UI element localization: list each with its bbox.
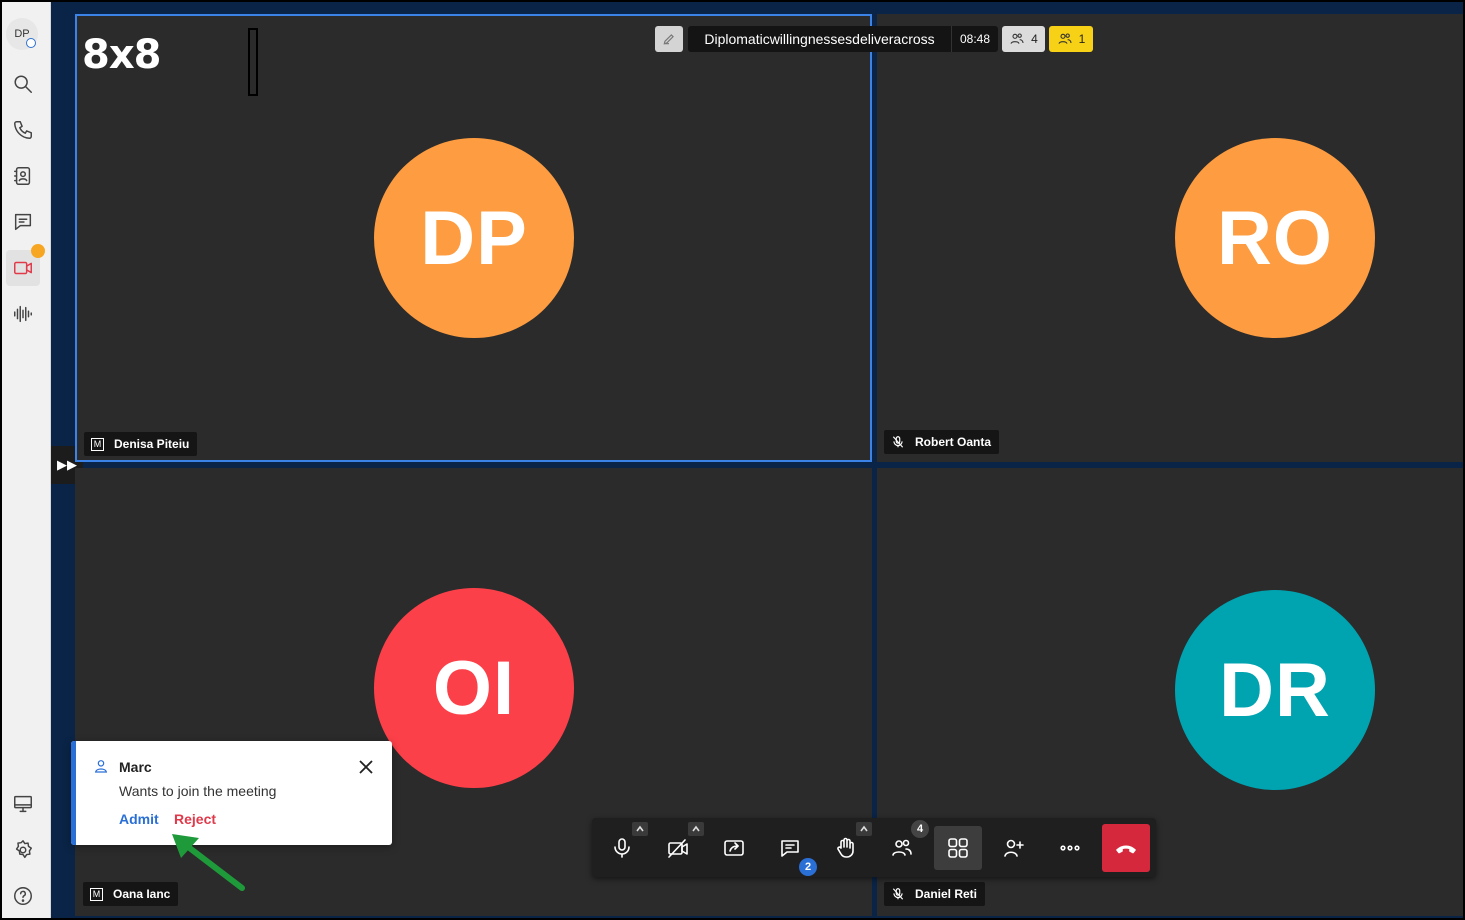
video-off-icon (668, 839, 688, 858)
more-options-button[interactable] (1046, 826, 1094, 870)
leave-meeting-button[interactable] (1102, 824, 1150, 872)
sidebar-voice[interactable] (6, 296, 40, 332)
notification-dot (31, 244, 45, 258)
add-user-icon (1004, 839, 1024, 857)
pencil-icon (663, 34, 674, 45)
reactions-options-button[interactable] (856, 822, 872, 836)
participant-avatar: DP (374, 138, 574, 338)
sidebar-help[interactable] (6, 878, 40, 914)
chevron-up-icon (636, 825, 644, 832)
voice-icon (14, 305, 32, 323)
sidebar: DP (2, 2, 51, 918)
chat-unread-badge: 2 (799, 858, 817, 876)
share-screen-icon (724, 840, 744, 856)
more-icon (1060, 845, 1080, 851)
app-window: DP ▶▶ DP M Denisa Piteiu RO Robert Oanta… (0, 0, 1465, 920)
participant-avatar: DR (1175, 590, 1375, 790)
invite-button[interactable] (990, 826, 1038, 870)
participants-badge: 4 (911, 820, 929, 838)
sidebar-settings[interactable] (6, 832, 40, 868)
chat-icon (14, 213, 32, 231)
mic-muted-icon (892, 436, 904, 448)
participants-count: 4 (1031, 32, 1038, 46)
participant-name: Oana Ianc (113, 887, 171, 901)
microphone-icon (614, 838, 630, 858)
chevron-up-icon (860, 825, 868, 832)
meeting-timer: 08:48 (951, 26, 998, 52)
annotation-arrow-icon (172, 834, 245, 891)
moderator-icon: M (91, 437, 104, 451)
video-tile-robert[interactable]: RO Robert Oanta (877, 14, 1463, 462)
meeting-toolbar: 2 4 (592, 818, 1156, 877)
participant-name-tag: Daniel Reti (884, 882, 986, 906)
edit-title-button[interactable] (655, 26, 683, 52)
participant-name-tag: Robert Oanta (884, 430, 1000, 454)
camera-options-button[interactable] (688, 822, 704, 836)
participant-name: Robert Oanta (915, 435, 992, 449)
waiting-participants-icon (1058, 33, 1072, 44)
reject-button[interactable]: Reject (174, 811, 216, 827)
video-icon (14, 261, 32, 275)
desktop-icon (14, 795, 32, 813)
participant-name-tag: M Oana Ianc (83, 882, 179, 906)
waiting-room-button[interactable]: 1 (1049, 26, 1093, 52)
participant-avatar: OI (374, 588, 574, 788)
sidebar-phone[interactable] (6, 112, 40, 148)
video-tile-denisa[interactable]: DP M Denisa Piteiu (75, 14, 872, 462)
chat-icon (781, 840, 799, 857)
mic-muted-icon (892, 888, 904, 900)
presence-status-icon (26, 38, 36, 48)
text-cursor (248, 28, 258, 96)
microphone-options-button[interactable] (632, 822, 648, 836)
chevron-up-icon (692, 825, 700, 832)
requester-name: Marc (119, 759, 152, 775)
close-icon[interactable] (356, 757, 376, 777)
participant-avatar: RO (1175, 138, 1375, 338)
contacts-icon (14, 167, 31, 185)
meeting-title: Diplomaticwillingnessesdeliveracross (688, 26, 951, 52)
participant-name: Daniel Reti (915, 887, 978, 901)
gear-icon (15, 840, 32, 859)
sidebar-contacts[interactable] (6, 158, 40, 194)
toast-accent-bar (71, 741, 76, 845)
moderator-icon: M (90, 887, 103, 901)
phone-icon (14, 121, 32, 139)
waiting-count: 1 (1078, 32, 1086, 46)
sidebar-search[interactable] (6, 66, 40, 102)
hangup-icon (1116, 845, 1136, 854)
participants-icon (892, 839, 912, 856)
participants-count-button[interactable]: 4 (1002, 26, 1045, 52)
search-icon (14, 75, 32, 93)
help-icon (14, 887, 32, 905)
brand-logo: 8x8 (82, 32, 161, 78)
tile-view-button[interactable] (934, 826, 982, 870)
share-screen-button[interactable] (710, 826, 758, 870)
participant-name: Denisa Piteiu (114, 437, 190, 451)
user-icon (94, 760, 108, 773)
admit-button[interactable]: Admit (119, 811, 159, 827)
request-message: Wants to join the meeting (119, 783, 277, 799)
participants-icon (1010, 33, 1024, 44)
sidebar-desktop[interactable] (6, 786, 40, 822)
grid-icon (948, 838, 968, 858)
double-chevron-right-icon: ▶▶ (57, 457, 77, 472)
hand-icon (837, 837, 854, 858)
sidebar-chat[interactable] (6, 204, 40, 240)
participant-name-tag: M Denisa Piteiu (84, 432, 198, 456)
